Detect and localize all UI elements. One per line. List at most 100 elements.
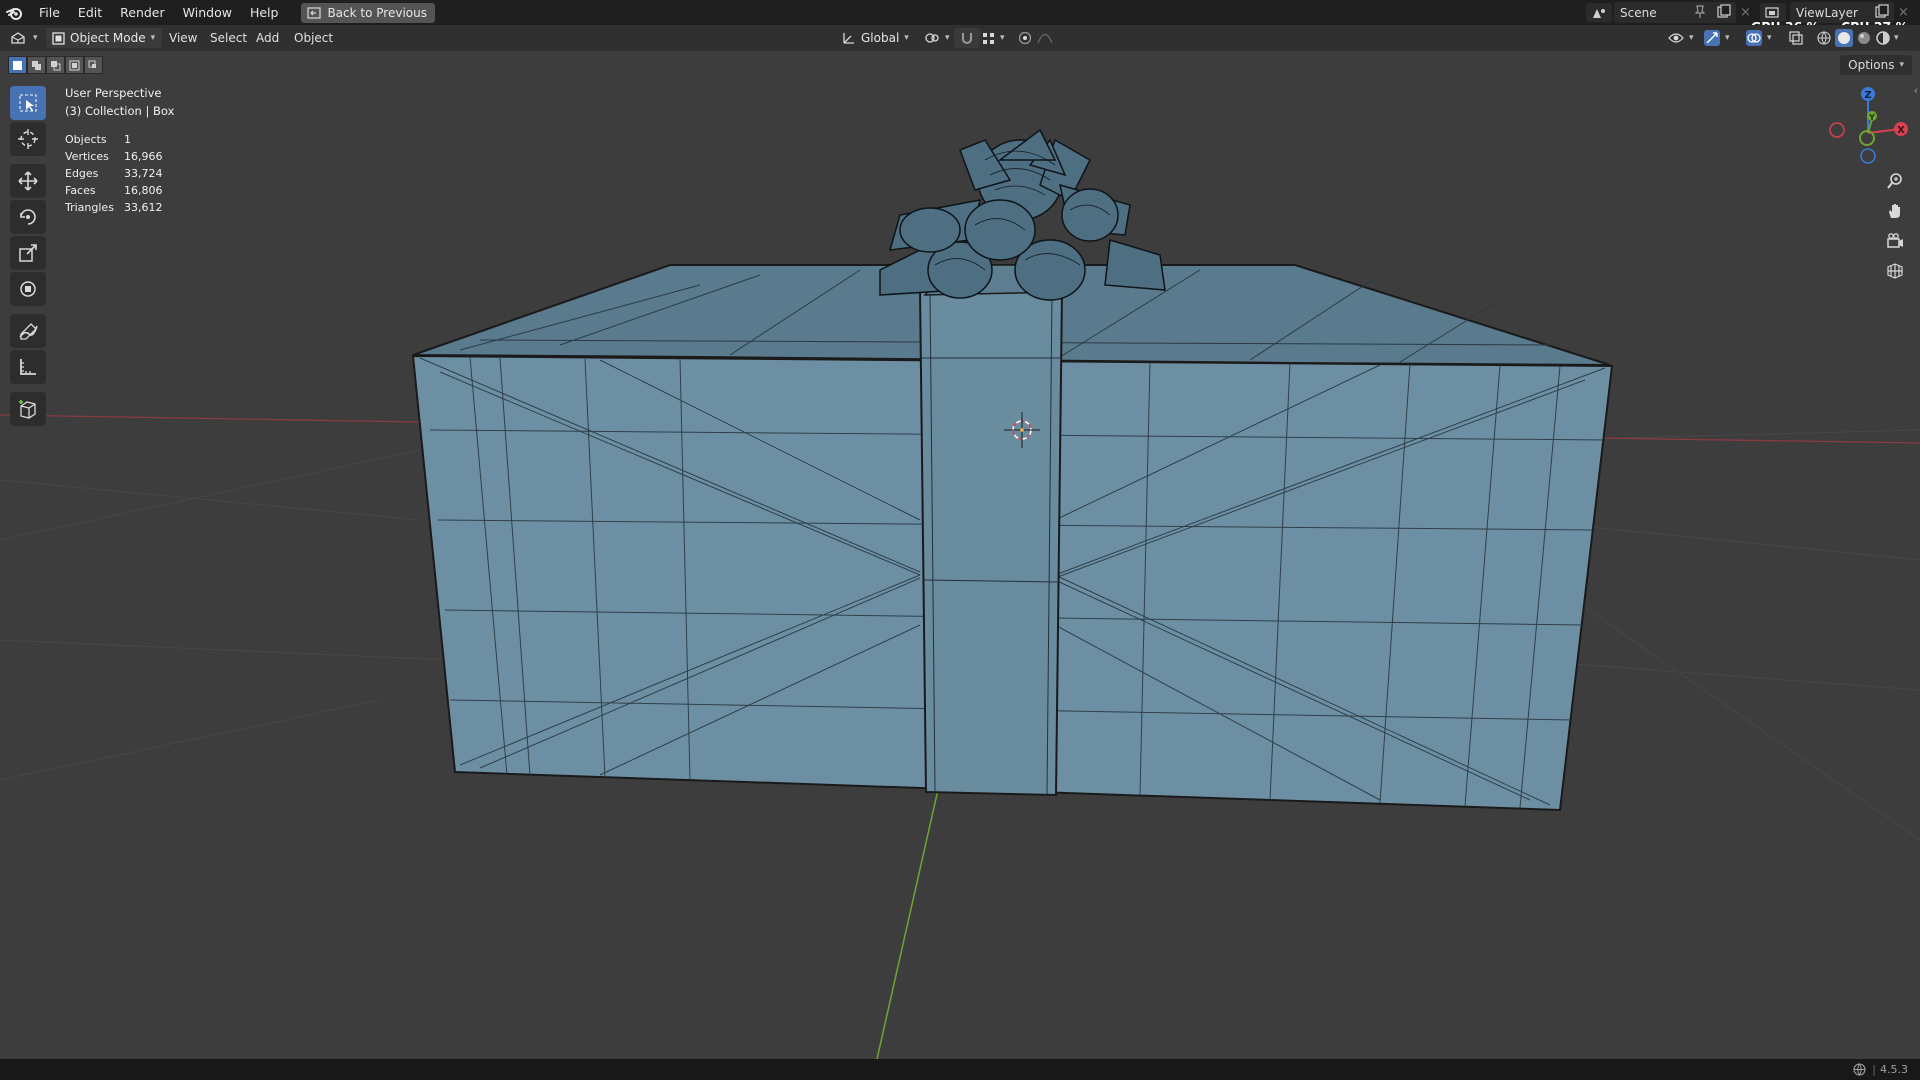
viewlayer-name: ViewLayer [1796,5,1858,20]
stat-row: Vertices 16,966 [65,150,163,163]
new-scene-icon[interactable] [1716,4,1731,19]
orthographic-toggle-icon[interactable] [1882,258,1908,284]
menu-file[interactable]: File [30,0,69,25]
falloff-curve-icon [1037,32,1053,44]
stat-row: Objects 1 [65,133,131,146]
navigation-gizmo[interactable]: Z X Y [1820,87,1910,177]
tool-shelf [10,86,46,428]
menu-object[interactable]: Object [294,29,333,47]
camera-view-icon[interactable] [1882,228,1908,254]
view-name: User Perspective [65,86,162,100]
chevron-down-icon[interactable]: ▾ [1894,33,1899,43]
options-dropdown[interactable]: Options ▾ [1840,55,1912,75]
select-invert-icon[interactable] [65,56,84,74]
overlays-icon [1746,30,1762,46]
collection-info: (3) Collection | Box [65,104,175,118]
back-to-previous-label: Back to Previous [327,5,427,20]
rotate-tool-icon[interactable] [10,200,46,234]
editor-type-dropdown[interactable]: ▾ [8,28,42,48]
pin-icon[interactable] [1694,5,1706,19]
proportional-editing-dropdown[interactable] [1012,28,1068,48]
version-separator: | [1872,1063,1876,1076]
back-to-previous-button[interactable]: Back to Previous [301,2,435,23]
annotate-tool-icon[interactable] [10,314,46,348]
3d-viewport[interactable]: User Perspective (3) Collection | Box Ob… [0,51,1920,1059]
cursor-tool-icon[interactable] [10,122,46,156]
pivot-icon [924,31,940,45]
screen-back-icon [307,6,322,19]
rendered-shading-icon[interactable] [1875,30,1891,46]
gizmo-x-label: X [1897,125,1905,136]
top-bar: File Edit Render Window Help Back to Pre… [0,0,1920,25]
solid-shading-icon[interactable] [1835,29,1853,47]
x-axis-line [0,414,421,423]
transform-tool-icon[interactable] [10,272,46,306]
viewport-header: ▾ Object Mode ▾ View Select Add Object G… [0,25,1920,51]
orientation-icon [842,31,856,45]
xray-icon[interactable] [1789,31,1803,45]
chevron-down-icon: ▾ [150,33,156,43]
gift-box-mesh [411,128,1614,812]
chevron-down-icon: ▾ [1689,33,1694,43]
selection-mode-buttons [8,56,103,74]
select-intersect-icon[interactable] [84,56,103,74]
orientation-label: Global [861,31,900,45]
scene-statistics: Objects 1 Vertices 16,966 Edges 33,724 Face… [65,133,163,218]
move-tool-icon[interactable] [10,164,46,198]
select-subtract-icon[interactable] [46,56,65,74]
scene-type-icon[interactable] [1586,3,1612,22]
status-bar: | 4.5.3 [0,1059,1920,1080]
gizmo-icon [1704,30,1720,46]
menu-add[interactable]: Add [256,29,279,47]
blender-version: 4.5.3 [1880,1063,1908,1076]
menu-window[interactable]: Window [174,0,241,25]
select-new-icon[interactable] [8,56,27,74]
blender-logo-icon[interactable] [0,0,30,25]
measure-tool-icon[interactable] [10,350,46,384]
menu-view[interactable]: View [169,29,197,47]
gizmo-y-label: Y [1868,113,1875,122]
grid-snap-icon [982,32,995,45]
chevron-down-icon: ▾ [945,33,950,43]
chevron-down-icon: ▾ [1000,33,1005,43]
shading-modes: ▾ [1816,28,1902,48]
pivot-point-dropdown[interactable]: ▾ [918,28,956,48]
material-shading-icon[interactable] [1856,30,1872,46]
gizmo-z-label: Z [1864,90,1871,101]
chevron-down-icon: ▾ [904,33,909,43]
stat-row: Edges 33,724 [65,167,163,180]
menu-render[interactable]: Render [111,0,174,25]
add-cube-tool-icon[interactable] [10,392,46,426]
select-box-tool-icon[interactable] [10,86,46,120]
chevron-down-icon: ▾ [1725,33,1730,43]
delete-viewlayer-icon[interactable]: × [1898,5,1909,20]
sidebar-toggle-icon[interactable]: ‹ [1914,84,1918,97]
zoom-view-icon[interactable] [1882,168,1908,194]
eye-icon [1668,32,1684,44]
pan-view-hand-icon[interactable] [1882,198,1908,224]
proportional-edit-icon [1018,31,1032,45]
snap-target-dropdown[interactable]: ▾ [976,28,1014,48]
menu-edit[interactable]: Edit [69,0,111,25]
gizmo-toggle[interactable]: ▾ [1698,28,1740,48]
transform-orientation-dropdown[interactable]: Global ▾ [836,28,922,48]
scene-name: Scene [1620,5,1657,20]
object-visibility-dropdown[interactable]: ▾ [1662,28,1700,48]
menu-help[interactable]: Help [241,0,288,25]
chevron-down-icon: ▾ [33,33,38,43]
overlays-toggle[interactable]: ▾ [1740,28,1782,48]
options-label: Options [1848,58,1895,72]
stat-row: Triangles 33,612 [65,201,163,214]
editor-type-icon [10,31,28,45]
chevron-down-icon: ▾ [1899,60,1904,70]
chevron-down-icon: ▾ [1767,33,1772,43]
stat-row: Faces 16,806 [65,184,163,197]
delete-scene-icon[interactable]: × [1740,5,1751,20]
select-extend-icon[interactable] [27,56,46,74]
mode-dropdown[interactable]: Object Mode ▾ [46,28,162,48]
new-viewlayer-icon[interactable] [1874,4,1889,19]
scale-tool-icon[interactable] [10,236,46,270]
menu-select[interactable]: Select [210,29,247,47]
mode-label: Object Mode [70,31,146,45]
wireframe-shading-icon[interactable] [1816,30,1832,46]
